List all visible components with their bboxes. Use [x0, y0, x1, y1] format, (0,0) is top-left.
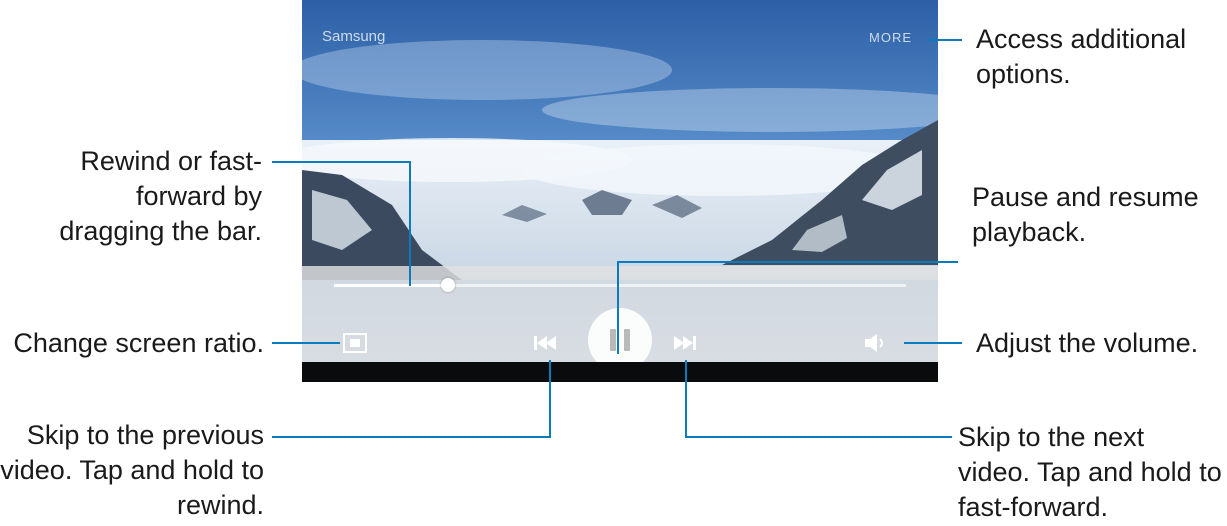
screen-ratio-icon	[343, 333, 367, 353]
callout-more-options: Access additional options.	[976, 24, 1187, 89]
volume-button[interactable]	[858, 328, 892, 358]
seek-bar-progress	[334, 284, 449, 287]
video-title: Samsung	[322, 28, 386, 45]
video-player-screen: Samsung MORE	[302, 0, 938, 382]
more-options-button[interactable]: MORE	[869, 30, 912, 45]
callout-screen-ratio: Change screen ratio.	[13, 328, 264, 358]
next-button[interactable]	[668, 328, 702, 358]
seek-bar[interactable]	[334, 278, 906, 292]
next-icon	[674, 336, 696, 350]
callout-volume: Adjust the volume.	[976, 328, 1199, 358]
pause-icon	[610, 329, 630, 351]
system-navigation-bar	[302, 362, 938, 382]
callout-next: Skip to the next video. Tap and hold to …	[958, 422, 1222, 522]
previous-icon	[534, 336, 556, 350]
screen-ratio-button[interactable]	[338, 328, 372, 358]
callout-pause-resume: Pause and resume playback.	[972, 182, 1199, 247]
previous-button[interactable]	[528, 328, 562, 358]
volume-icon	[865, 334, 883, 352]
playback-controls	[302, 266, 938, 372]
callout-seek-bar: Rewind or fast-forward by dragging the b…	[59, 146, 262, 246]
callout-previous: Skip to the previous video. Tap and hold…	[0, 420, 264, 520]
seek-bar-thumb[interactable]	[441, 278, 456, 292]
